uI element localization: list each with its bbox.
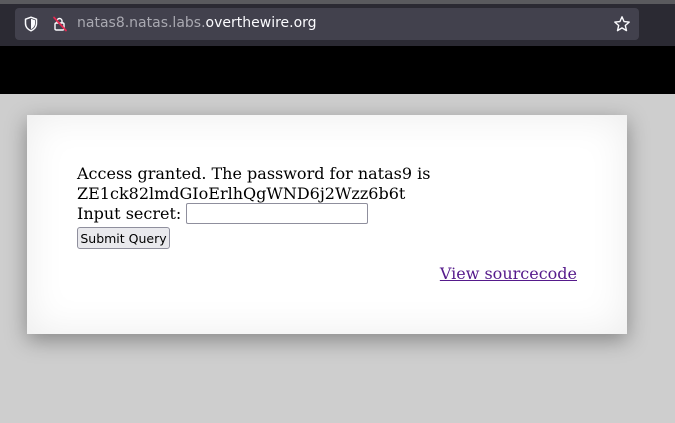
url-subdomain: natas8.natas.labs. bbox=[77, 15, 206, 31]
url-domain: overthewire.org bbox=[205, 15, 317, 31]
submit-button[interactable]: Submit Query bbox=[77, 227, 170, 249]
content-card: Access granted. The password for natas9 … bbox=[27, 115, 627, 334]
access-granted-text: Access granted. The password for natas9 … bbox=[77, 164, 431, 183]
password-text: ZE1ck82lmdGIoErlhQgWND6j2Wzz6b6t bbox=[77, 184, 406, 203]
browser-toolbar: natas8.natas.labs.overthewire.org bbox=[0, 4, 675, 46]
shield-icon[interactable] bbox=[23, 16, 39, 32]
secret-input[interactable] bbox=[186, 203, 368, 224]
url-text[interactable]: natas8.natas.labs.overthewire.org bbox=[77, 15, 317, 31]
page-header-band bbox=[0, 46, 675, 94]
lock-warning-icon[interactable] bbox=[52, 16, 68, 32]
address-bar[interactable]: natas8.natas.labs.overthewire.org bbox=[15, 8, 639, 40]
view-sourcecode-link[interactable]: View sourcecode bbox=[440, 264, 577, 284]
secret-label: Input secret: bbox=[77, 204, 182, 223]
star-icon[interactable] bbox=[613, 15, 631, 33]
access-message: Access granted. The password for natas9 … bbox=[77, 164, 430, 204]
